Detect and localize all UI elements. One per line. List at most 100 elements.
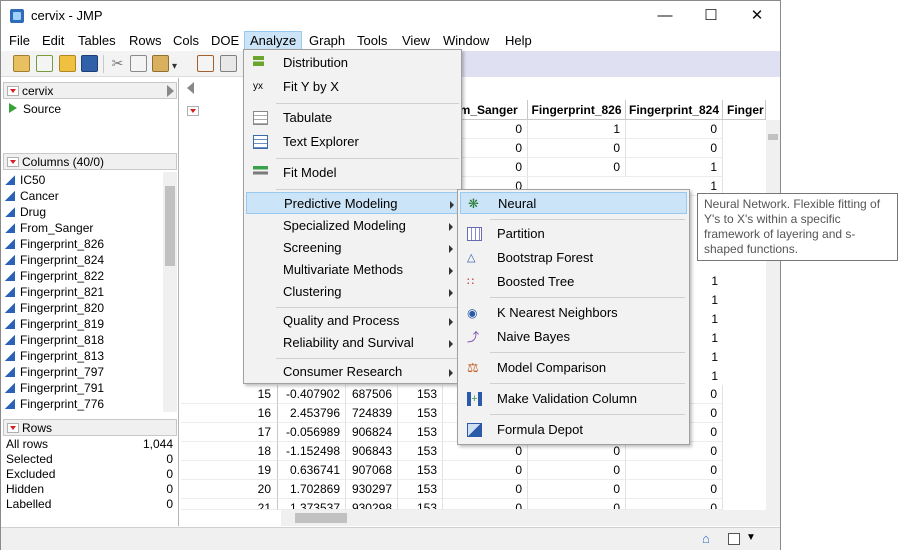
- menu-item-reliability-and-survival[interactable]: Reliability and Survival: [246, 332, 459, 354]
- menu-view[interactable]: View: [397, 31, 435, 51]
- grid-cell[interactable]: 153: [398, 480, 443, 499]
- grid-cell[interactable]: 0: [528, 480, 626, 499]
- menu-item-bootstrap-forest[interactable]: △ Bootstrap Forest: [460, 247, 687, 269]
- grid-cell[interactable]: 0: [626, 461, 723, 480]
- column-item[interactable]: Fingerprint_791: [5, 380, 104, 396]
- column-item[interactable]: Fingerprint_813: [5, 348, 104, 364]
- row-number[interactable]: 15: [181, 385, 278, 404]
- grid-cell[interactable]: 930298: [346, 499, 398, 510]
- home-icon[interactable]: ⌂: [702, 532, 716, 546]
- menu-item-k-nearest-neighbors[interactable]: ◉ K Nearest Neighbors: [460, 302, 687, 324]
- menu-rows[interactable]: Rows: [124, 31, 167, 51]
- menu-item-boosted-tree[interactable]: ∷ Boosted Tree: [460, 271, 687, 293]
- menu-help[interactable]: Help: [500, 31, 537, 51]
- data-table-icon[interactable]: [197, 55, 214, 72]
- red-triangle-menu-icon[interactable]: [7, 86, 19, 96]
- copy-icon[interactable]: [130, 55, 147, 72]
- columns-scrollbar[interactable]: [163, 172, 177, 412]
- grid-cell[interactable]: 153: [398, 442, 443, 461]
- grid-cell[interactable]: 0: [626, 120, 723, 139]
- menu-edit[interactable]: Edit: [37, 31, 69, 51]
- grid-red-triangle-icon[interactable]: [187, 106, 199, 116]
- column-item[interactable]: Fingerprint_819: [5, 316, 104, 332]
- menu-item-consumer-research[interactable]: Consumer Research: [246, 361, 459, 383]
- column-item[interactable]: Fingerprint_822: [5, 268, 104, 284]
- column-item[interactable]: Cancer: [5, 188, 59, 204]
- grid-cell[interactable]: -0.056989: [278, 423, 346, 442]
- column-header[interactable]: Finger: [723, 100, 766, 120]
- rows-red-triangle-icon[interactable]: [7, 423, 19, 433]
- column-item[interactable]: Fingerprint_821: [5, 284, 104, 300]
- grid-cell[interactable]: 0: [528, 461, 626, 480]
- save-icon[interactable]: [81, 55, 98, 72]
- menu-item-tabulate[interactable]: Tabulate: [246, 107, 459, 129]
- columns-red-triangle-icon[interactable]: [7, 157, 19, 167]
- grid-cell[interactable]: 153: [398, 499, 443, 510]
- column-header[interactable]: Fingerprint_824: [626, 100, 723, 120]
- open-folder-icon[interactable]: [59, 55, 76, 72]
- minimize-button[interactable]: —: [642, 1, 688, 31]
- toolbar-overflow-icon[interactable]: ▾: [172, 55, 180, 72]
- menu-tables[interactable]: Tables: [73, 31, 121, 51]
- columns-scroll-thumb[interactable]: [165, 186, 175, 266]
- script-item[interactable]: Source: [9, 102, 61, 116]
- new-table-icon[interactable]: [13, 55, 30, 72]
- grid-cell[interactable]: 1: [626, 158, 723, 177]
- close-button[interactable]: ✕: [734, 1, 780, 31]
- column-header[interactable]: Fingerprint_826: [528, 100, 626, 120]
- menu-item-predictive-modeling[interactable]: Predictive Modeling: [246, 192, 459, 214]
- menu-item-distribution[interactable]: Distribution: [246, 52, 459, 74]
- grid-cell[interactable]: 0: [626, 480, 723, 499]
- column-item[interactable]: Fingerprint_820: [5, 300, 104, 316]
- new-script-icon[interactable]: [36, 55, 53, 72]
- grid-cell[interactable]: 930297: [346, 480, 398, 499]
- row-number[interactable]: 21: [181, 499, 278, 510]
- grid-cell[interactable]: 0: [528, 139, 626, 158]
- collapse-arrow-icon[interactable]: [187, 82, 194, 94]
- menu-item-neural[interactable]: ❋ Neural: [460, 192, 687, 214]
- table-grid-icon[interactable]: [220, 55, 237, 72]
- grid-cell[interactable]: 1: [528, 120, 626, 139]
- column-item[interactable]: From_Sanger: [5, 220, 93, 236]
- menu-item-partition[interactable]: Partition: [460, 223, 687, 245]
- column-item[interactable]: Fingerprint_818: [5, 332, 104, 348]
- grid-cell[interactable]: 1.702869: [278, 480, 346, 499]
- maximize-button[interactable]: ☐: [688, 1, 734, 31]
- paste-icon[interactable]: [152, 55, 169, 72]
- menu-item-make-validation-column[interactable]: + Make Validation Column: [460, 388, 687, 410]
- menu-item-fit-y-by-x[interactable]: yx Fit Y by X: [246, 76, 459, 98]
- row-number[interactable]: 16: [181, 404, 278, 423]
- menu-item-clustering[interactable]: Clustering: [246, 281, 459, 303]
- grid-cell[interactable]: 906824: [346, 423, 398, 442]
- grid-cell[interactable]: 153: [398, 404, 443, 423]
- grid-cell[interactable]: 0: [528, 158, 626, 177]
- menu-item-multivariate-methods[interactable]: Multivariate Methods: [246, 259, 459, 281]
- grid-horizontal-scroll-thumb[interactable]: [295, 513, 347, 523]
- cut-icon[interactable]: ✂: [109, 55, 126, 72]
- menu-item-specialized-modeling[interactable]: Specialized Modeling: [246, 215, 459, 237]
- grid-vertical-scrollbar[interactable]: [766, 120, 780, 510]
- column-item[interactable]: Fingerprint_824: [5, 252, 104, 268]
- row-number[interactable]: 17: [181, 423, 278, 442]
- grid-cell[interactable]: 0: [443, 499, 528, 510]
- row-number[interactable]: 20: [181, 480, 278, 499]
- grid-cell[interactable]: 2.453796: [278, 404, 346, 423]
- menu-file[interactable]: File: [4, 31, 35, 51]
- row-number[interactable]: 18: [181, 442, 278, 461]
- menu-graph[interactable]: Graph: [304, 31, 350, 51]
- grid-cell[interactable]: 687506: [346, 385, 398, 404]
- grid-cell[interactable]: 1.373537: [278, 499, 346, 510]
- menu-item-screening[interactable]: Screening: [246, 237, 459, 259]
- menu-item-quality-and-process[interactable]: Quality and Process: [246, 310, 459, 332]
- menu-cols[interactable]: Cols: [168, 31, 204, 51]
- grid-cell[interactable]: -0.407902: [278, 385, 346, 404]
- window-list-dropdown-icon[interactable]: ▼: [746, 532, 756, 543]
- column-item[interactable]: Fingerprint_776: [5, 396, 104, 412]
- grid-cell[interactable]: 0: [443, 461, 528, 480]
- menu-item-text-explorer[interactable]: Text Explorer: [246, 131, 459, 153]
- grid-cell[interactable]: 0.636741: [278, 461, 346, 480]
- grid-cell[interactable]: 0: [443, 480, 528, 499]
- grid-cell[interactable]: 0: [528, 499, 626, 510]
- grid-cell[interactable]: 153: [398, 385, 443, 404]
- menu-item-fit-model[interactable]: Fit Model: [246, 162, 459, 184]
